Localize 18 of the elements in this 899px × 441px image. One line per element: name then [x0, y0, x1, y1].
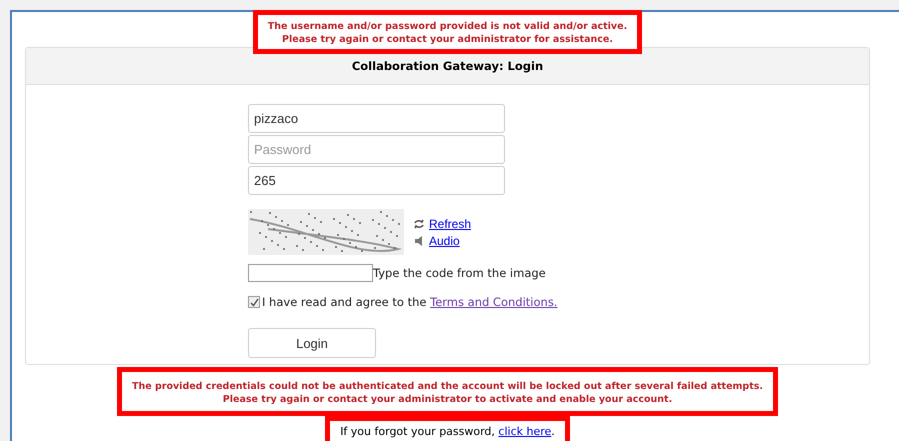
audio-link[interactable]: Audio — [429, 234, 460, 248]
panel-title: Collaboration Gateway: Login — [26, 48, 869, 85]
refresh-icon[interactable] — [414, 218, 424, 228]
refresh-link[interactable]: Refresh — [429, 216, 472, 230]
error-message: The provided credentials could not be authenticated and the account will be locked out after several failed attempts. Please try again or contact your administrator to activate and enable your account. — [116, 367, 778, 416]
captcha-input-field[interactable] — [248, 264, 373, 282]
forgot-password-text: If you forgot your password, click here. — [325, 416, 570, 441]
captcha-hint: Type the code from the image — [373, 266, 546, 280]
error-message: The username and/or password provided is not valid and/or active. Please try again or contact your administrator for assistance. — [252, 10, 642, 54]
terms-link[interactable]: Terms and Conditions. — [430, 295, 558, 309]
input-field[interactable]: 265 — [248, 166, 505, 195]
input-field[interactable]: pizzaco — [248, 104, 505, 133]
login-button[interactable]: Login — [248, 328, 376, 358]
forgot-password-link[interactable]: click here — [498, 425, 552, 438]
terms-checkbox[interactable] — [248, 296, 260, 308]
speaker-icon[interactable] — [414, 236, 424, 246]
terms-text: I have read and agree to the Terms and Conditions. — [262, 295, 558, 309]
password-field[interactable]: Password — [248, 135, 505, 164]
